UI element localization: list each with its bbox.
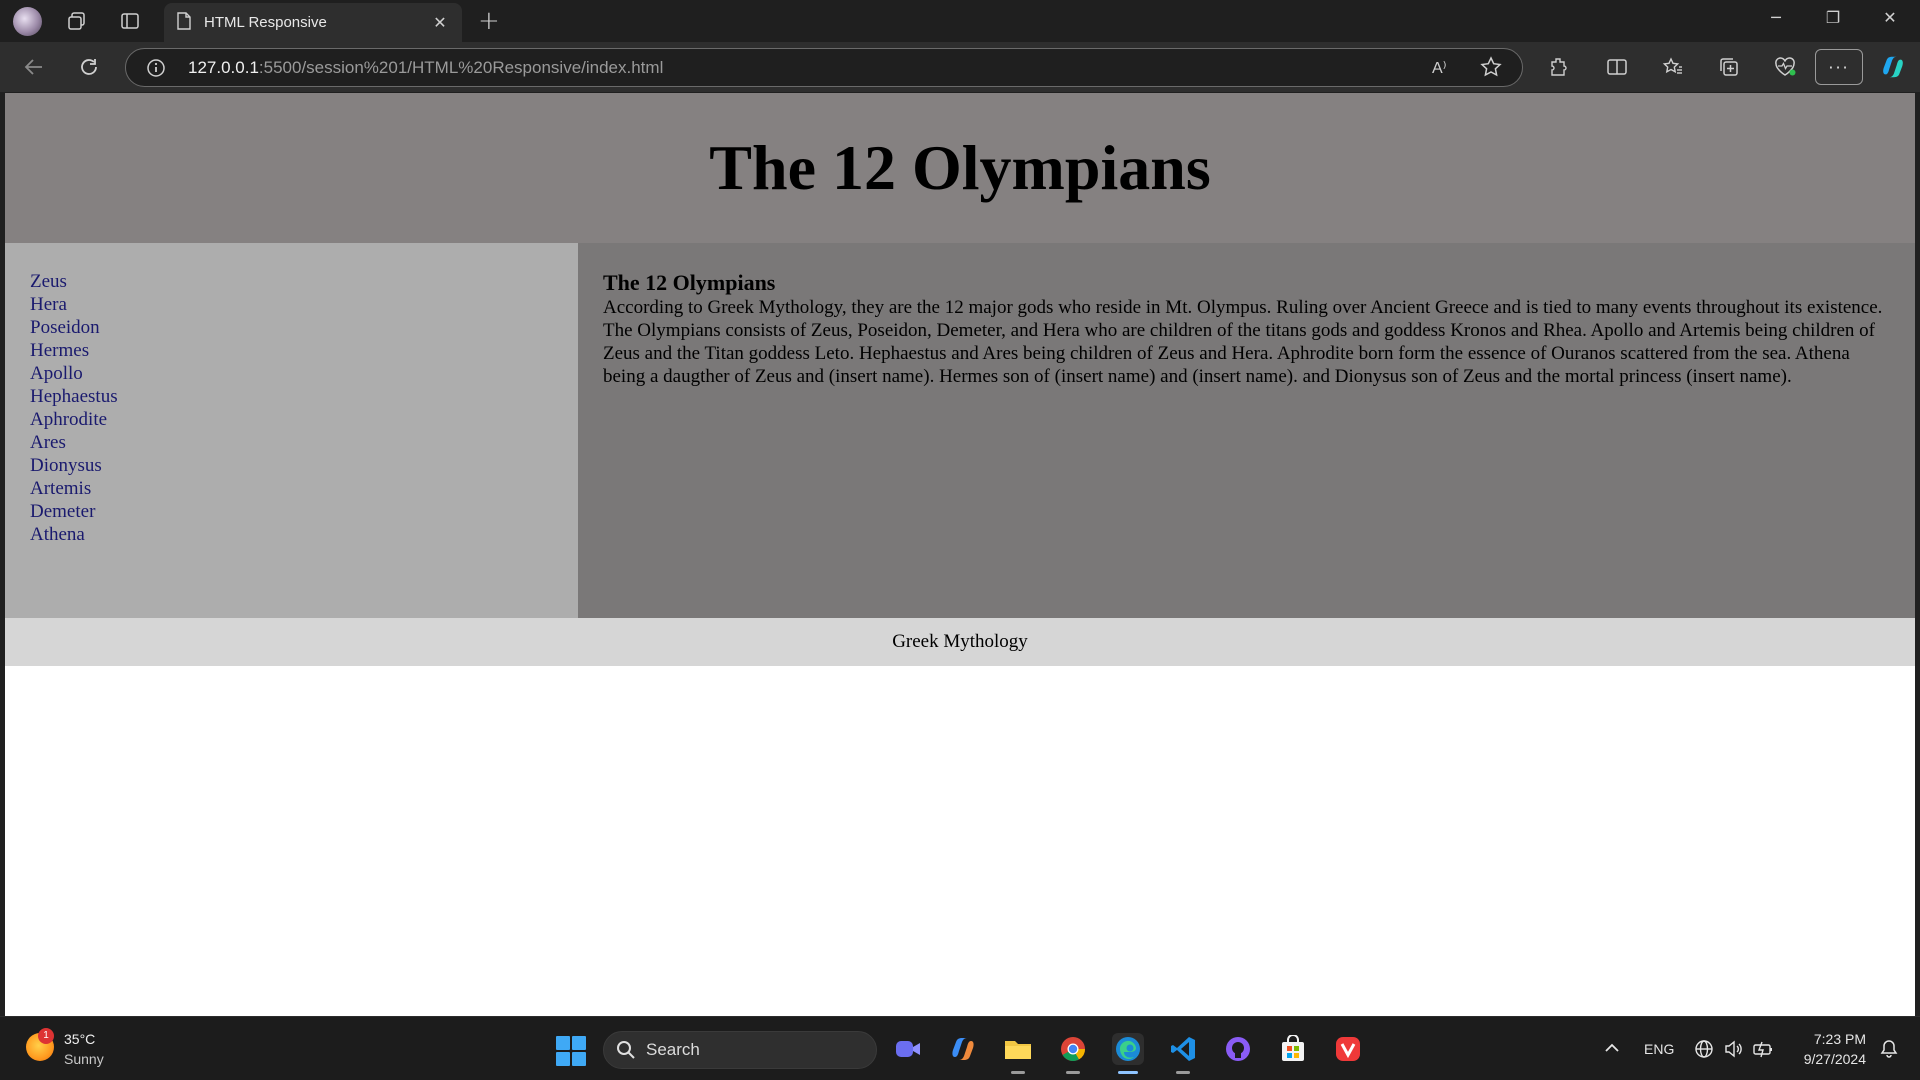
- url-path: :5500/session%201/HTML%20Responsive/inde…: [258, 58, 664, 77]
- sidebar-link-apollo[interactable]: Apollo: [30, 362, 578, 385]
- tab-html-responsive[interactable]: HTML Responsive ✕: [164, 3, 462, 42]
- sidebar-link-artemis[interactable]: Artemis: [30, 477, 578, 500]
- sidebar-link-zeus[interactable]: Zeus: [30, 270, 578, 293]
- sidebar-link-athena[interactable]: Athena: [30, 523, 578, 546]
- start-button[interactable]: [556, 1036, 586, 1066]
- sidebar-link-poseidon[interactable]: Poseidon: [30, 316, 578, 339]
- search-icon: [617, 1041, 635, 1059]
- favorite-star-icon[interactable]: [1480, 56, 1502, 82]
- sidebar-link-hermes[interactable]: Hermes: [30, 339, 578, 362]
- extensions-icon[interactable]: [1546, 54, 1572, 80]
- browser-tab-bar: HTML Responsive ✕ + ─ ❐ ✕: [0, 0, 1920, 42]
- main-content: The 12 Olympians According to Greek Myth…: [578, 243, 1915, 618]
- browser-toolbar: 127.0.0.1:5500/session%201/HTML%20Respon…: [0, 42, 1920, 92]
- search-label: Search: [646, 1040, 700, 1059]
- microsoft-store-icon[interactable]: [1277, 1033, 1309, 1065]
- profile-avatar[interactable]: [13, 7, 42, 36]
- close-icon[interactable]: ✕: [430, 13, 450, 32]
- sidebar-link-demeter[interactable]: Demeter: [30, 500, 578, 523]
- file-explorer-icon[interactable]: [1002, 1033, 1034, 1065]
- edge-icon[interactable]: [1112, 1033, 1144, 1065]
- address-bar[interactable]: 127.0.0.1:5500/session%201/HTML%20Respon…: [125, 48, 1523, 87]
- vscode-icon[interactable]: [1167, 1033, 1199, 1065]
- tab-title: HTML Responsive: [204, 14, 327, 31]
- sidebar-nav: Zeus Hera Poseidon Hermes Apollo Hephaes…: [5, 243, 578, 618]
- split-screen-icon[interactable]: [1604, 54, 1630, 80]
- clock-time[interactable]: 7:23 PM: [1810, 1031, 1866, 1047]
- restore-icon[interactable]: ❐: [1815, 8, 1851, 27]
- edge-active-indicator: [1118, 1071, 1138, 1074]
- meet-app-icon[interactable]: [892, 1033, 924, 1065]
- window-close-icon[interactable]: ✕: [1872, 8, 1908, 27]
- battery-icon[interactable]: [1752, 1039, 1774, 1063]
- explorer-running-indicator: [1011, 1071, 1025, 1074]
- page-header: The 12 Olympians: [5, 93, 1915, 243]
- notification-bell-icon[interactable]: [1880, 1039, 1898, 1063]
- settings-more-button[interactable]: ···: [1815, 49, 1863, 85]
- copilot-app-icon[interactable]: [947, 1033, 979, 1065]
- sidebar-link-aphrodite[interactable]: Aphrodite: [30, 408, 578, 431]
- page-viewport: The 12 Olympians Zeus Hera Poseidon Herm…: [5, 93, 1915, 1016]
- volume-icon[interactable]: [1723, 1039, 1743, 1063]
- browser-essentials-icon[interactable]: [1772, 54, 1798, 80]
- url-text: 127.0.0.1:5500/session%201/HTML%20Respon…: [188, 58, 663, 78]
- content-paragraph-1: According to Greek Mythology, they are t…: [603, 297, 1883, 318]
- site-info-icon[interactable]: [146, 58, 166, 82]
- url-host: 127.0.0.1: [188, 58, 259, 77]
- weather-badge: 1: [38, 1028, 54, 1044]
- page-icon: [176, 11, 192, 34]
- vscode-running-indicator: [1176, 1071, 1190, 1074]
- content-paragraph-2: The Olympians consists of Zeus, Poseidon…: [603, 320, 1875, 387]
- weather-temperature[interactable]: 35°C: [64, 1031, 95, 1047]
- language-indicator[interactable]: ENG: [1644, 1041, 1674, 1057]
- workspaces-icon[interactable]: [64, 8, 90, 34]
- favorites-icon[interactable]: [1660, 54, 1686, 80]
- refresh-icon[interactable]: [76, 54, 102, 80]
- read-aloud-icon[interactable]: A⁾: [1432, 58, 1447, 78]
- sidebar-link-ares[interactable]: Ares: [30, 431, 578, 454]
- windows-taskbar: 1 35°C Sunny Search ENG 7:23 PM 9/27/202…: [0, 1016, 1920, 1080]
- page-footer: Greek Mythology: [5, 618, 1915, 666]
- back-icon[interactable]: [21, 54, 47, 80]
- chrome-running-indicator: [1066, 1071, 1080, 1074]
- sidebar-link-dionysus[interactable]: Dionysus: [30, 454, 578, 477]
- content-heading: The 12 Olympians: [603, 270, 776, 295]
- new-tab-icon[interactable]: +: [478, 8, 500, 34]
- clock-date[interactable]: 9/27/2024: [1795, 1051, 1866, 1067]
- vivaldi-icon[interactable]: [1332, 1033, 1364, 1065]
- taskbar-search[interactable]: Search: [603, 1031, 877, 1069]
- chrome-icon[interactable]: [1057, 1033, 1089, 1065]
- page-title: The 12 Olympians: [709, 132, 1211, 203]
- vertical-tabs-icon[interactable]: [117, 8, 143, 34]
- sidebar-link-hephaestus[interactable]: Hephaestus: [30, 385, 578, 408]
- github-desktop-icon[interactable]: [1222, 1033, 1254, 1065]
- chevron-up-icon[interactable]: [1604, 1039, 1620, 1058]
- page-body: Zeus Hera Poseidon Hermes Apollo Hephaes…: [5, 243, 1915, 618]
- weather-condition[interactable]: Sunny: [64, 1051, 104, 1067]
- minimize-icon[interactable]: ─: [1758, 8, 1794, 27]
- collections-icon[interactable]: [1716, 54, 1742, 80]
- sidebar-link-hera[interactable]: Hera: [30, 293, 578, 316]
- copilot-icon[interactable]: [1880, 54, 1906, 80]
- network-icon[interactable]: [1694, 1039, 1714, 1063]
